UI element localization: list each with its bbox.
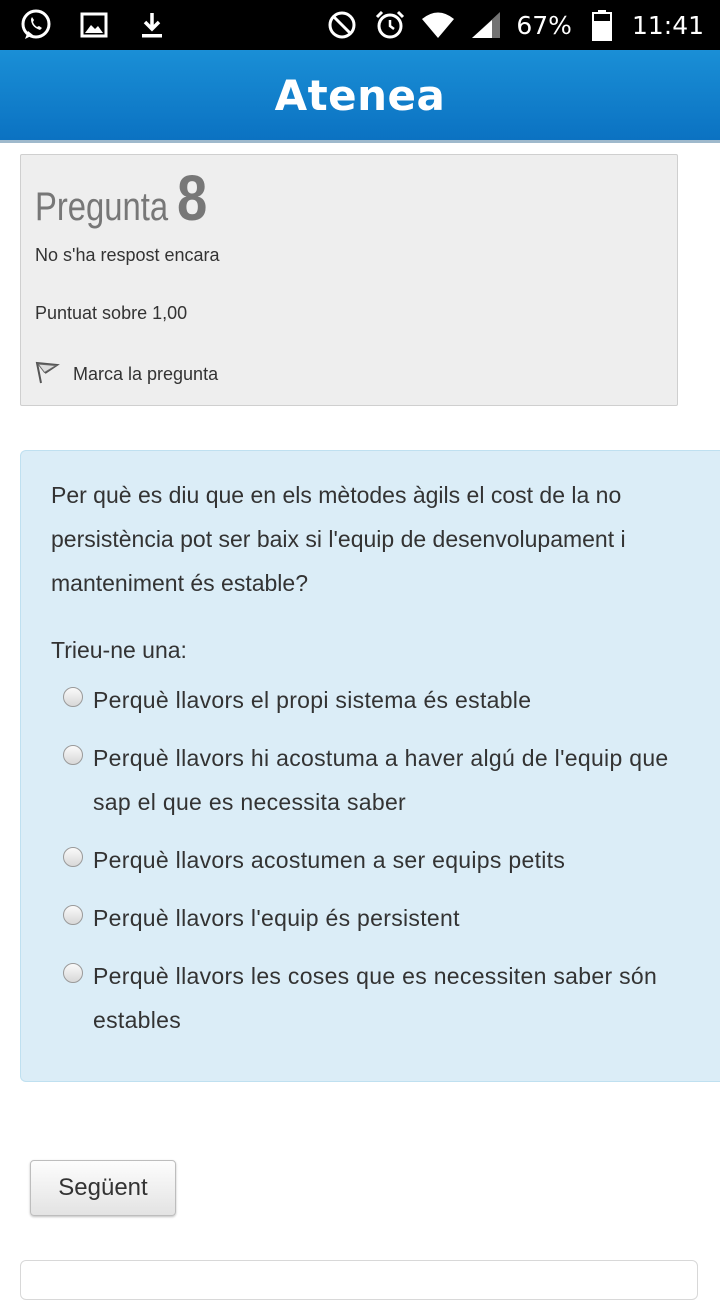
flag-icon[interactable] (35, 359, 61, 390)
wifi-icon (420, 7, 456, 43)
answer-prompt: Trieu-ne una: (51, 637, 187, 663)
question-text: Per què es diu que en els mètodes àgils … (51, 482, 626, 596)
question-title-word: Pregunta (35, 185, 169, 229)
flag-question-toggle[interactable]: Marca la pregunta (35, 359, 218, 390)
download-icon (134, 7, 170, 43)
question-title: Pregunta 8 (35, 161, 213, 235)
answer-option[interactable]: Perquè llavors les coses que es necessit… (51, 954, 710, 1042)
answer-label[interactable]: Perquè llavors l'equip és persistent (93, 896, 683, 940)
do-not-disturb-icon (324, 7, 360, 43)
question-state: No s'ha respost encara (35, 245, 220, 265)
answer-radio[interactable] (63, 963, 83, 983)
status-bar: 67% 11:41 (0, 0, 720, 50)
answer-radio[interactable] (63, 847, 83, 867)
answer-label[interactable]: Perquè llavors les coses que es necessit… (93, 954, 683, 1042)
question-formulation: Per què es diu que en els mètodes àgils … (20, 450, 720, 1082)
next-button[interactable]: Següent (30, 1160, 176, 1216)
clock: 11:41 (631, 10, 704, 40)
answer-option[interactable]: Perquè llavors acostumen a ser equips pe… (51, 838, 710, 882)
answer-radio[interactable] (63, 687, 83, 707)
signal-icon (468, 7, 504, 43)
app-header: Atenea (0, 50, 720, 143)
answer-radio[interactable] (63, 745, 83, 765)
whatsapp-icon (18, 7, 54, 43)
answer-label[interactable]: Perquè llavors hi acostuma a haver algú … (93, 736, 683, 824)
answer-label[interactable]: Perquè llavors acostumen a ser equips pe… (93, 838, 683, 882)
question-info: Pregunta 8 No s'ha respost encara Puntua… (20, 154, 678, 406)
alarm-icon (372, 7, 408, 43)
app-title: Atenea (274, 70, 446, 120)
answer-radio[interactable] (63, 905, 83, 925)
battery-icon (584, 7, 620, 43)
flag-label[interactable]: Marca la pregunta (73, 364, 218, 385)
image-icon (76, 7, 112, 43)
answer-option[interactable]: Perquè llavors hi acostuma a haver algú … (51, 736, 710, 824)
question-grade: Puntuat sobre 1,00 (35, 303, 188, 323)
battery-percent: 67% (516, 10, 572, 40)
answer-list: Perquè llavors el propi sistema és estab… (51, 678, 710, 1042)
answer-label[interactable]: Perquè llavors el propi sistema és estab… (93, 678, 653, 722)
question-number: 8 (177, 162, 208, 234)
answer-option[interactable]: Perquè llavors el propi sistema és estab… (51, 678, 710, 722)
navigation-block (20, 1260, 698, 1300)
answer-option[interactable]: Perquè llavors l'equip és persistent (51, 896, 710, 940)
